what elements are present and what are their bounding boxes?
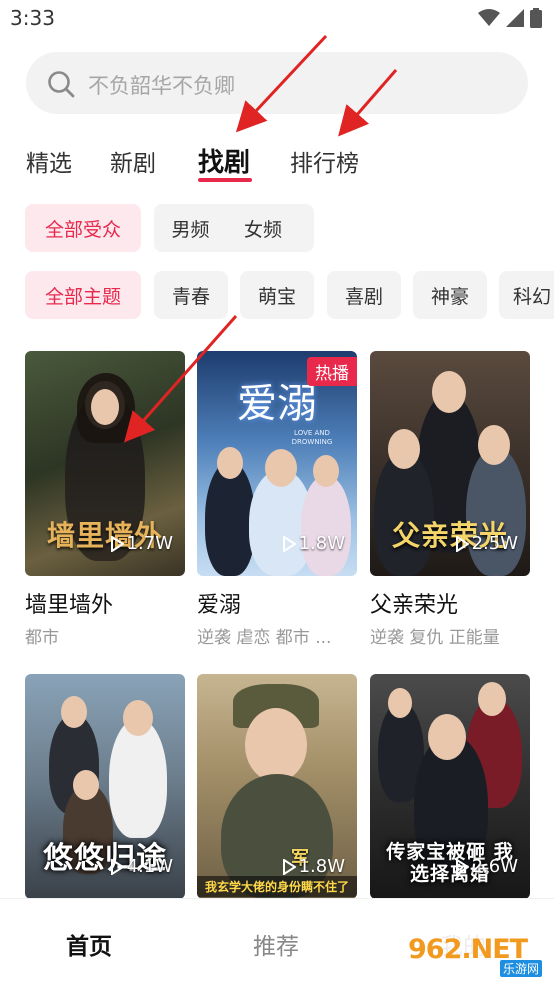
filter-chip-youth[interactable]: 青春 [154,271,228,319]
play-count-value: 4.1W [126,856,173,877]
search-placeholder: 不负韶华不负卿 [88,74,235,98]
play-count: 1.8W [282,856,345,877]
play-icon [282,858,296,875]
tab-new[interactable]: 新剧 [110,144,156,178]
status-time: 3:33 [10,6,55,30]
drama-tags: 逆袭 虐恋 都市 ... [197,628,332,648]
filter-chip-tycoon[interactable]: 神豪 [413,271,487,319]
play-icon [282,535,296,552]
drama-card[interactable]: 传家宝被砸 我选择离婚 2.6W [370,674,530,899]
drama-card[interactable]: 爱溺 LOVE AND DROWNING 热播 1.8W 爱溺 逆袭 虐恋 都市… [197,351,357,651]
drama-poster[interactable]: 悠悠归途 4.1W [25,674,185,899]
hot-badge: 热播 [307,357,357,386]
play-count: 1.8W [282,533,345,554]
play-count: 2.5W [455,533,518,554]
drama-card[interactable]: 悠悠归途 4.1W [25,674,185,899]
signal-icon [506,9,524,27]
drama-poster[interactable]: 父亲荣光 2.5W [370,351,530,576]
tab-active-indicator [198,178,252,182]
play-count-value: 1.7W [126,533,173,554]
play-icon [455,535,469,552]
search-input[interactable]: 不负韶华不负卿 [26,52,528,114]
poster-title: 我玄学大佬的身份瞒不住了 [197,876,357,897]
battery-icon [530,8,542,28]
play-count-value: 2.5W [471,533,518,554]
tab-ranking[interactable]: 排行榜 [290,144,359,178]
drama-tags: 都市 [25,628,59,648]
nav-home[interactable]: 首页 [66,927,112,961]
play-icon [110,858,124,875]
status-icons [478,8,542,28]
drama-poster[interactable]: 爱溺 LOVE AND DROWNING 热播 1.8W [197,351,357,576]
play-icon [455,858,469,875]
play-count: 4.1W [110,856,173,877]
tab-bar: 精选 新剧 找剧 排行榜 [0,140,554,190]
tab-find[interactable]: 找剧 [198,142,250,179]
filter-chip-all-themes[interactable]: 全部主题 [25,271,141,319]
status-bar: 3:33 [0,0,554,40]
drama-poster[interactable]: 军 我玄学大佬的身份瞒不住了 1.8W [197,674,357,899]
drama-card[interactable]: 军 我玄学大佬的身份瞒不住了 1.8W [197,674,357,899]
drama-poster[interactable]: 传家宝被砸 我选择离婚 2.6W [370,674,530,899]
play-count-value: 1.8W [298,533,345,554]
filter-chip-comedy[interactable]: 喜剧 [327,271,401,319]
drama-card[interactable]: 墙里墙外 1.7W 墙里墙外 都市 [25,351,185,651]
drama-tags: 逆袭 复仇 正能量 [370,628,500,648]
drama-title[interactable]: 爱溺 [197,587,241,619]
play-count: 1.7W [110,533,173,554]
play-count-value: 2.6W [471,856,518,877]
filter-chip-scifi[interactable]: 科幻 [499,271,554,319]
search-icon [48,71,75,98]
poster-subtitle: LOVE AND DROWNING [291,429,333,446]
drama-title[interactable]: 墙里墙外 [25,587,113,619]
nav-recommend[interactable]: 推荐 [253,927,299,961]
drama-card[interactable]: 父亲荣光 2.5W 父亲荣光 逆袭 复仇 正能量 [370,351,530,651]
filter-chip-all-audience[interactable]: 全部受众 [25,204,141,252]
play-icon [110,535,124,552]
play-count-value: 1.8W [298,856,345,877]
watermark-logo: 962.NET 乐游网 [404,930,546,980]
drama-poster[interactable]: 墙里墙外 1.7W [25,351,185,576]
tab-featured[interactable]: 精选 [26,144,72,178]
filter-chip-cute-baby[interactable]: 萌宝 [240,271,314,319]
drama-title[interactable]: 父亲荣光 [370,587,458,619]
filter-chip-female[interactable]: 女频 [212,204,314,252]
watermark-subtext: 乐游网 [499,960,542,977]
play-count: 2.6W [455,856,518,877]
wifi-icon [478,9,500,26]
